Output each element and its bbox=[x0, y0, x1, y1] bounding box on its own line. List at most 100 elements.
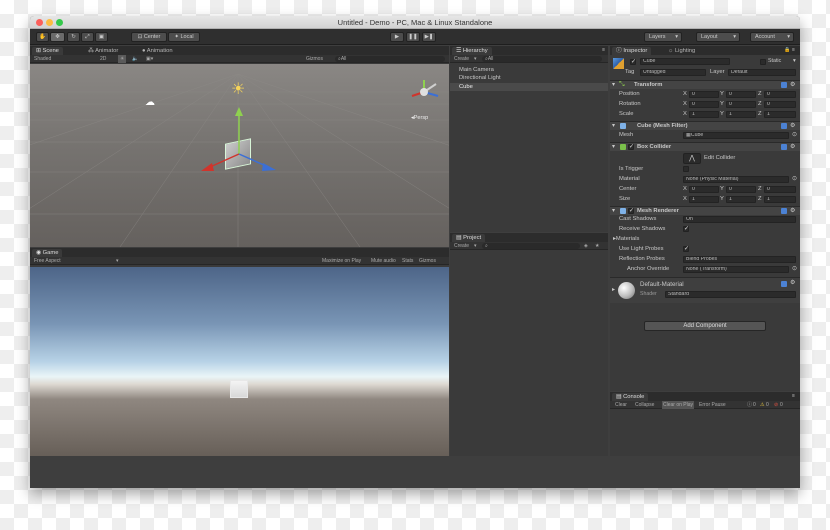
panel-menu-icon[interactable]: ≡ bbox=[792, 47, 795, 54]
directional-light-icon[interactable]: ☀ bbox=[231, 82, 245, 98]
reflection-probes-dropdown[interactable]: Blend Probes bbox=[683, 256, 796, 263]
help-icon[interactable] bbox=[781, 208, 787, 214]
position-y-field[interactable]: 0 bbox=[726, 91, 756, 98]
static-arrow-icon[interactable]: ▾ bbox=[793, 58, 796, 65]
size-x-field[interactable]: 1 bbox=[689, 196, 719, 203]
scale-z-field[interactable]: 1 bbox=[764, 111, 796, 118]
scene-viewport[interactable]: ☀ ☁ ◂Persp bbox=[30, 64, 449, 247]
stats-toggle[interactable]: Stats bbox=[402, 257, 413, 265]
tab-inspector[interactable]: ⓘ Inspector bbox=[612, 47, 652, 55]
scale-tool-button[interactable]: ⤢ bbox=[81, 32, 94, 42]
rotation-y-field[interactable]: 0 bbox=[726, 101, 756, 108]
hand-tool-button[interactable]: ✋ bbox=[36, 32, 49, 42]
panel-menu-icon[interactable]: ≡ bbox=[602, 47, 605, 54]
audio-toggle-icon[interactable]: 🔈 bbox=[132, 55, 138, 63]
info-count-icon[interactable]: ⓘ bbox=[747, 401, 752, 409]
rotation-z-field[interactable]: 0 bbox=[764, 101, 796, 108]
object-picker-icon[interactable]: ⊙ bbox=[792, 176, 797, 183]
cast-shadows-dropdown[interactable]: On bbox=[683, 216, 796, 223]
game-gizmos-dropdown[interactable]: Gizmos bbox=[419, 257, 436, 265]
tab-lighting[interactable]: ☼ Lighting bbox=[664, 47, 699, 55]
help-icon[interactable] bbox=[781, 82, 787, 88]
list-item[interactable]: Main Camera bbox=[459, 67, 494, 74]
projection-label[interactable]: ◂Persp bbox=[411, 115, 428, 122]
error-count-icon[interactable]: ⊘ bbox=[774, 401, 778, 409]
account-dropdown[interactable]: Account ▾ bbox=[750, 32, 794, 42]
center-x-field[interactable]: 0 bbox=[689, 186, 719, 193]
renderer-enabled-checkbox[interactable] bbox=[628, 207, 634, 214]
effects-dropdown-icon[interactable]: ▣▾ bbox=[146, 55, 153, 63]
help-icon[interactable] bbox=[781, 123, 787, 129]
shader-dropdown[interactable]: Standard bbox=[665, 291, 796, 298]
list-item[interactable]: Cube bbox=[459, 84, 473, 91]
tab-animator[interactable]: ⁂ Animator bbox=[84, 47, 122, 55]
help-icon[interactable] bbox=[781, 281, 787, 287]
scale-x-field[interactable]: 1 bbox=[689, 111, 719, 118]
object-name-field[interactable]: Cube bbox=[640, 58, 730, 65]
rotate-tool-button[interactable]: ↻ bbox=[67, 32, 80, 42]
anchor-override-field[interactable]: None (Transform) bbox=[683, 266, 789, 273]
scene-gizmos-dropdown[interactable]: Gizmos bbox=[306, 55, 323, 63]
tag-dropdown[interactable]: Untagged bbox=[640, 69, 706, 76]
play-button[interactable]: ▶ bbox=[390, 32, 404, 42]
tab-project[interactable]: ▤ Project bbox=[452, 234, 486, 242]
materials-foldout[interactable]: ▸Materials bbox=[613, 236, 639, 243]
mesh-field[interactable]: ▦Cube bbox=[683, 132, 789, 139]
2d-toggle[interactable]: 2D bbox=[100, 55, 106, 63]
maximize-on-play-toggle[interactable]: Maximize on Play bbox=[322, 257, 361, 265]
aspect-dropdown[interactable]: Free Aspect bbox=[34, 257, 61, 265]
collapsed-arrow-icon[interactable]: ▸ bbox=[612, 287, 615, 294]
position-z-field[interactable]: 0 bbox=[764, 91, 796, 98]
size-y-field[interactable]: 1 bbox=[726, 196, 756, 203]
console-collapse-button[interactable]: Collapse bbox=[635, 401, 654, 409]
transform-header[interactable]: ▾ ⤡ Transform ⚙ bbox=[610, 80, 800, 89]
help-icon[interactable] bbox=[781, 144, 787, 150]
step-button[interactable]: ▶❚ bbox=[422, 32, 436, 42]
size-z-field[interactable]: 1 bbox=[764, 196, 796, 203]
rotation-x-field[interactable]: 0 bbox=[689, 101, 719, 108]
space-local-button[interactable]: ✦ Local bbox=[168, 32, 200, 42]
lighting-toggle-icon[interactable]: ☀ bbox=[118, 55, 127, 63]
list-item[interactable]: Directional Light bbox=[459, 75, 501, 82]
is-trigger-checkbox[interactable] bbox=[683, 166, 689, 172]
collider-enabled-checkbox[interactable] bbox=[628, 143, 634, 150]
lock-icon[interactable]: 🔒 bbox=[784, 47, 790, 54]
tab-hierarchy[interactable]: ☰ Hierarchy bbox=[452, 47, 492, 55]
settings-gear-icon[interactable]: ⚙ bbox=[790, 82, 795, 89]
filter-icon[interactable]: ◈ bbox=[584, 242, 588, 250]
mesh-renderer-header[interactable]: ▾ Mesh Renderer ⚙ bbox=[610, 206, 800, 215]
hierarchy-search-input[interactable]: ⌕All bbox=[482, 56, 602, 62]
receive-shadows-checkbox[interactable] bbox=[683, 225, 689, 232]
edit-collider-button[interactable]: ⋀ bbox=[683, 153, 701, 164]
rect-tool-button[interactable]: ▣ bbox=[95, 32, 108, 42]
settings-gear-icon[interactable]: ⚙ bbox=[790, 123, 795, 130]
console-clear-button[interactable]: Clear bbox=[615, 401, 627, 409]
mesh-filter-header[interactable]: ▾ Cube (Mesh Filter) ⚙ bbox=[610, 121, 800, 130]
center-z-field[interactable]: 0 bbox=[764, 186, 796, 193]
project-search-input[interactable]: ⌕ bbox=[482, 243, 580, 249]
star-icon[interactable]: ★ bbox=[595, 242, 599, 250]
layers-dropdown[interactable]: Layers ▾ bbox=[644, 32, 682, 42]
mute-audio-toggle[interactable]: Mute audio bbox=[371, 257, 396, 265]
active-checkbox[interactable] bbox=[630, 58, 636, 65]
scale-y-field[interactable]: 1 bbox=[726, 111, 756, 118]
project-create-dropdown[interactable]: Create bbox=[454, 242, 469, 250]
pivot-center-button[interactable]: ⊡ Center bbox=[131, 32, 167, 42]
game-viewport[interactable] bbox=[30, 267, 449, 456]
tab-animation[interactable]: ● Animation bbox=[138, 47, 177, 55]
pause-button[interactable]: ❚❚ bbox=[406, 32, 420, 42]
scene-search-input[interactable]: ⌕All bbox=[335, 56, 445, 62]
panel-menu-icon[interactable]: ≡ bbox=[792, 393, 795, 400]
camera-icon[interactable]: ☁ bbox=[145, 98, 155, 108]
console-clear-on-play-button[interactable]: Clear on Play bbox=[662, 401, 695, 409]
tab-game[interactable]: ◉ Game bbox=[32, 249, 63, 257]
orientation-gizmo-icon[interactable] bbox=[406, 78, 446, 108]
layer-dropdown[interactable]: Default bbox=[728, 69, 796, 76]
move-tool-button[interactable]: ✥ bbox=[50, 32, 65, 42]
box-collider-header[interactable]: ▾ Box Collider ⚙ bbox=[610, 142, 800, 151]
settings-gear-icon[interactable]: ⚙ bbox=[790, 280, 795, 287]
object-picker-icon[interactable]: ⊙ bbox=[792, 132, 797, 139]
light-probes-checkbox[interactable] bbox=[683, 245, 689, 252]
hierarchy-create-dropdown[interactable]: Create bbox=[454, 55, 469, 63]
console-error-pause-button[interactable]: Error Pause bbox=[699, 401, 726, 409]
